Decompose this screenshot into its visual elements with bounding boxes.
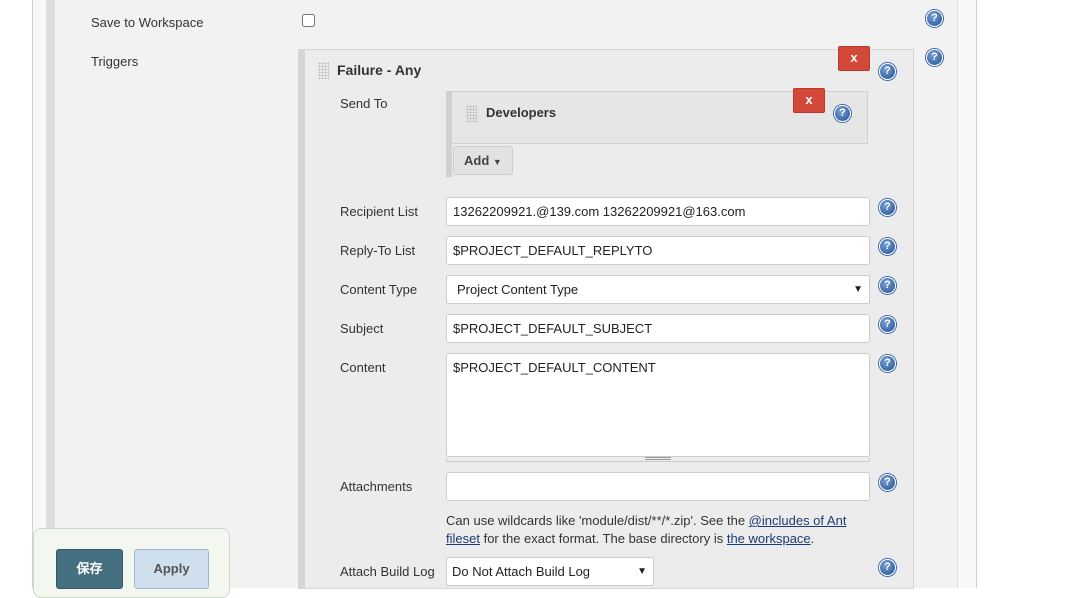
recipient-list-label: Recipient List — [340, 204, 419, 219]
attachments-help-text: Can use wildcards like 'module/dist/**/*… — [446, 512, 866, 548]
save-to-workspace-checkbox[interactable] — [302, 14, 315, 27]
help-icon[interactable]: ? — [879, 559, 896, 576]
drag-handle-icon[interactable] — [318, 62, 329, 79]
add-button[interactable]: Add ▼ — [453, 146, 513, 175]
apply-button[interactable]: Apply — [134, 549, 209, 589]
content-type-value: Project Content Type — [457, 282, 579, 297]
attach-build-log-value: Do Not Attach Build Log — [452, 564, 591, 579]
reply-to-label: Reply-To List — [340, 243, 416, 258]
help-icon[interactable]: ? — [879, 316, 896, 333]
trigger-title: Failure - Any — [337, 62, 422, 78]
help-icon[interactable]: ? — [926, 49, 943, 66]
help-icon[interactable]: ? — [879, 238, 896, 255]
help-icon[interactable]: ? — [879, 277, 896, 294]
add-label: Add — [464, 153, 490, 168]
attachments-input[interactable] — [446, 472, 870, 501]
delete-developers-button[interactable]: x — [793, 88, 825, 113]
dropdown-arrow-icon: ▼ — [853, 284, 863, 295]
send-to-label: Send To — [340, 96, 388, 111]
attach-build-log-label: Attach Build Log — [340, 564, 435, 579]
send-to-bar — [446, 144, 452, 177]
attachments-label: Attachments — [340, 479, 413, 494]
content-type-label: Content Type — [340, 282, 418, 297]
help-icon[interactable]: ? — [879, 199, 896, 216]
workspace-link[interactable]: the workspace — [727, 531, 811, 546]
delete-trigger-button[interactable]: x — [838, 46, 870, 71]
attach-build-log-select[interactable]: Do Not Attach Build Log ▼ — [446, 557, 654, 586]
developers-label: Developers — [486, 105, 557, 120]
triggers-label: Triggers — [91, 54, 139, 69]
help-icon[interactable]: ? — [879, 63, 896, 80]
content-label: Content — [340, 360, 386, 375]
drag-handle-icon[interactable] — [466, 105, 477, 122]
save-button[interactable]: 保存 — [56, 549, 123, 589]
save-to-workspace-label: Save to Workspace — [91, 15, 204, 30]
content-type-select[interactable]: Project Content Type ▼ — [446, 275, 870, 304]
help-icon[interactable]: ? — [926, 10, 943, 27]
content-textarea[interactable]: $PROJECT_DEFAULT_CONTENT — [446, 353, 870, 457]
help-icon[interactable]: ? — [879, 474, 896, 491]
caret-down-icon: ▼ — [492, 157, 502, 167]
reply-to-input[interactable]: $PROJECT_DEFAULT_REPLYTO — [446, 236, 870, 265]
dropdown-arrow-icon: ▼ — [637, 566, 647, 577]
help-text: for the exact format. The base directory… — [479, 531, 727, 546]
recipient-list-input[interactable]: 13262209921.@139.com 13262209921@163.com — [446, 197, 870, 226]
help-text: Can use wildcards like 'module/dist/**/*… — [446, 513, 749, 528]
help-icon[interactable]: ? — [879, 355, 896, 372]
subject-label: Subject — [340, 321, 384, 336]
help-text: . — [810, 531, 815, 546]
help-icon[interactable]: ? — [834, 105, 851, 122]
subject-input[interactable]: $PROJECT_DEFAULT_SUBJECT — [446, 314, 870, 343]
textarea-resize-handle[interactable] — [446, 457, 870, 462]
